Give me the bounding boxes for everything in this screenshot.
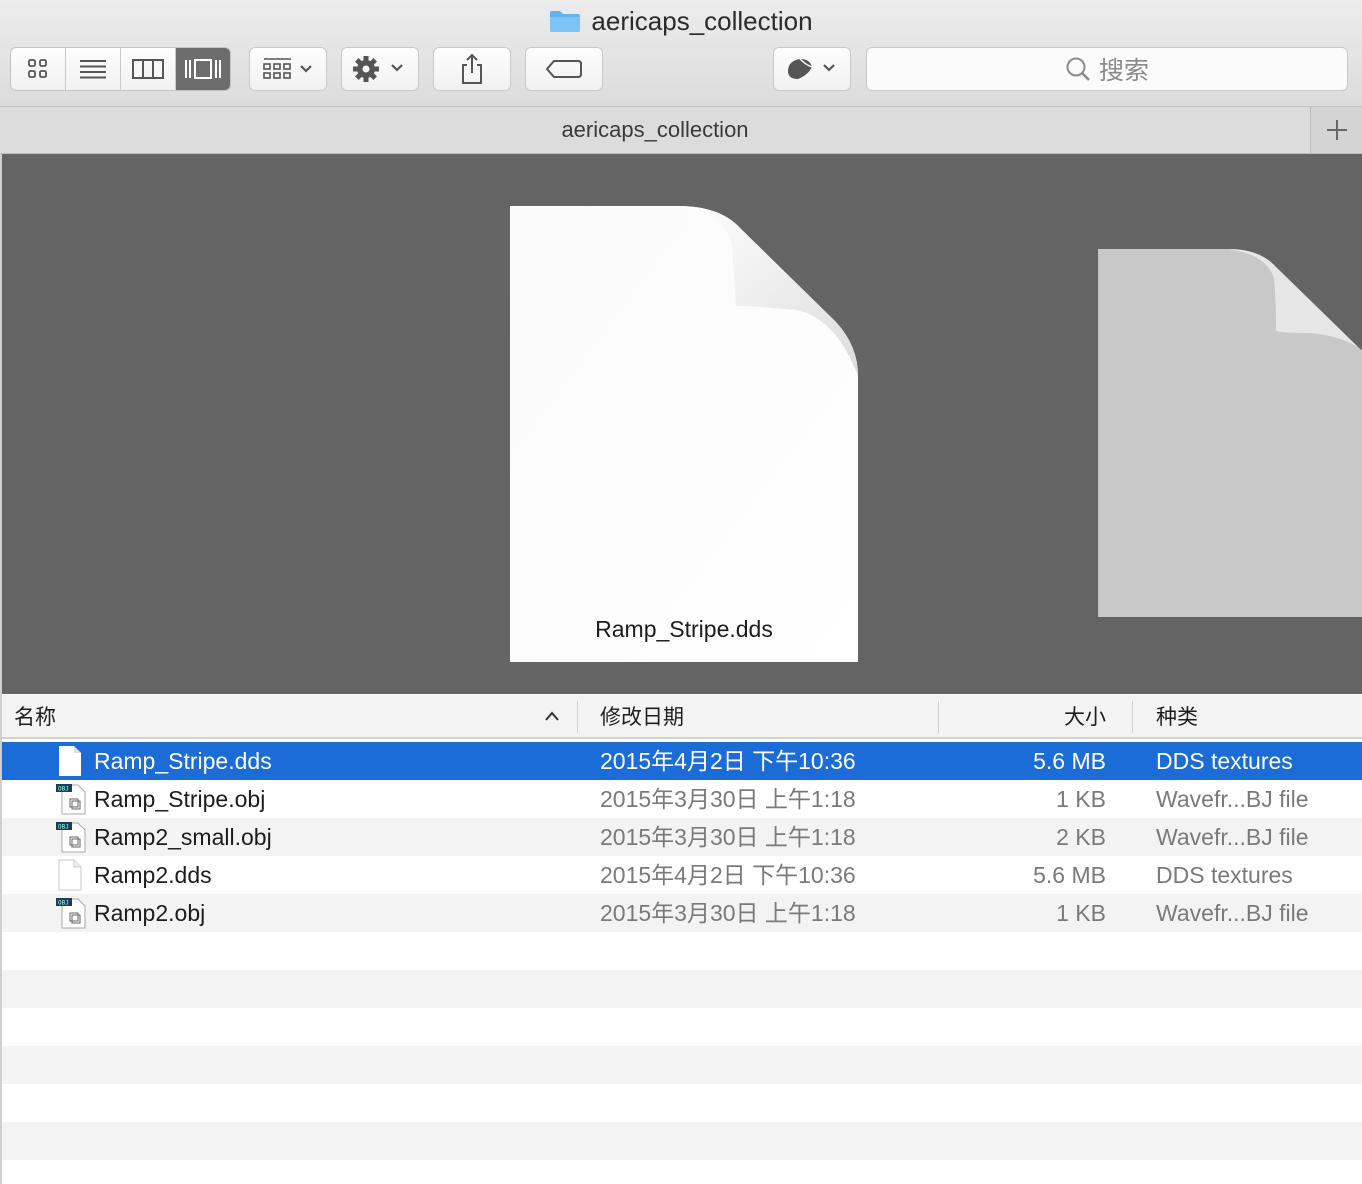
file-size: 5.6 MB [1033, 748, 1106, 774]
file-kind: Wavefr...BJ file [1156, 824, 1309, 850]
column-header-date[interactable]: 修改日期 [600, 695, 684, 737]
file-row-ramp2-dds[interactable]: Ramp2.dds 2015年4月2日 下午10:36 5.6 MB DDS t… [2, 856, 1362, 894]
file-kind: Wavefr...BJ file [1156, 786, 1309, 812]
file-size: 1 KB [1056, 900, 1106, 926]
list-icon [80, 60, 106, 79]
coverflow-panel: Ramp_Stripe.dds [2, 154, 1362, 694]
file-size: 5.6 MB [1033, 862, 1106, 888]
new-tab-button[interactable] [1310, 107, 1362, 153]
sort-ascending-icon[interactable] [544, 695, 560, 737]
file-row-ramp-stripe-obj[interactable]: OBJ Ramp_Stripe.obj 2015年3月30日 上午1:18 1 … [2, 780, 1362, 818]
file-row-ramp2-obj[interactable]: OBJ Ramp2.obj 2015年3月30日 上午1:18 1 KB Wav… [2, 894, 1362, 932]
file-row-ramp2-small-obj[interactable]: OBJ Ramp2_small.obj 2015年3月30日 上午1:18 2 … [2, 818, 1362, 856]
column-header-name[interactable]: 名称 [14, 695, 56, 737]
column-header-kind[interactable]: 种类 [1156, 695, 1198, 737]
action-button[interactable] [341, 47, 419, 91]
list-header: 名称 修改日期 大小 种类 [2, 695, 1362, 739]
empty-row [2, 1122, 1362, 1160]
share-icon [462, 53, 482, 84]
obj-file-icon: OBJ [56, 783, 86, 815]
arrange-grid-icon [263, 58, 312, 79]
file-kind: Wavefr...BJ file [1156, 900, 1309, 926]
blank-document-icon [1098, 249, 1362, 617]
view-mode-switcher [10, 47, 231, 91]
grid-icon [28, 59, 47, 78]
obj-file-icon: OBJ [56, 821, 86, 853]
empty-row [2, 1008, 1362, 1046]
window-title: aericaps_collection [591, 5, 813, 36]
column-header-size[interactable]: 大小 [1064, 695, 1106, 737]
nut-dropdown-button[interactable] [773, 47, 851, 91]
svg-text:OBJ: OBJ [58, 786, 69, 793]
file-kind: DDS textures [1156, 748, 1293, 774]
column-divider[interactable] [1132, 701, 1133, 733]
coverflow-icon [185, 59, 221, 79]
window-title-bar: aericaps_collection [0, 4, 1362, 38]
empty-row [2, 1084, 1362, 1122]
column-size-label: 大小 [1064, 706, 1106, 729]
file-kind: DDS textures [1156, 862, 1293, 888]
file-date: 2015年3月30日 上午1:18 [600, 786, 856, 812]
file-date: 2015年3月30日 上午1:18 [600, 900, 856, 926]
window-toolbar: aericaps_collection 搜索 [0, 0, 1362, 107]
search-input[interactable]: 搜索 [866, 47, 1348, 91]
empty-row [2, 970, 1362, 1008]
svg-text:OBJ: OBJ [58, 900, 69, 907]
preview-filename: Ramp_Stripe.dds [595, 616, 773, 642]
share-button[interactable] [433, 47, 511, 91]
file-name: Ramp2.dds [94, 862, 212, 888]
file-name: Ramp_Stripe.dds [94, 748, 272, 774]
gear-icon [353, 56, 403, 82]
empty-row [2, 1046, 1362, 1084]
columns-icon [132, 59, 164, 79]
nut-icon [788, 58, 835, 79]
empty-row [2, 932, 1362, 970]
tag-icon [545, 60, 582, 78]
blank-document-icon [56, 859, 84, 891]
file-name: Ramp_Stripe.obj [94, 786, 266, 812]
column-kind-label: 种类 [1156, 706, 1198, 729]
search-icon [1066, 57, 1090, 81]
icon-view-button[interactable] [11, 48, 66, 90]
column-divider[interactable] [938, 701, 939, 733]
coverflow-view-button[interactable] [176, 48, 230, 90]
file-name: Ramp2_small.obj [94, 824, 272, 850]
file-size: 2 KB [1056, 824, 1106, 850]
file-date: 2015年4月2日 下午10:36 [600, 748, 856, 774]
file-name: Ramp2.obj [94, 900, 206, 926]
arrange-button[interactable] [249, 47, 327, 91]
tab-bar: aericaps_collection [0, 107, 1362, 154]
blank-document-icon [56, 745, 84, 777]
file-row-ramp-stripe-dds[interactable]: Ramp_Stripe.dds 2015年4月2日 下午10:36 5.6 MB… [2, 742, 1362, 780]
search-placeholder: 搜索 [1098, 57, 1149, 85]
plus-icon [1326, 120, 1347, 140]
tags-button[interactable] [525, 47, 603, 91]
obj-file-icon: OBJ [56, 897, 86, 929]
column-name-label: 名称 [14, 706, 56, 729]
file-size: 1 KB [1056, 786, 1106, 812]
file-list: Ramp_Stripe.dds 2015年4月2日 下午10:36 5.6 MB… [2, 742, 1362, 1160]
blank-document-icon [510, 206, 858, 662]
folder-icon [549, 9, 581, 33]
document-preview-selected[interactable] [510, 206, 858, 662]
tab-aericaps-collection[interactable]: aericaps_collection [0, 107, 1310, 153]
document-preview-next[interactable] [1098, 249, 1362, 617]
svg-text:OBJ: OBJ [58, 824, 69, 831]
list-view-button[interactable] [66, 48, 121, 90]
file-date: 2015年3月30日 上午1:18 [600, 824, 856, 850]
file-date: 2015年4月2日 下午10:36 [600, 862, 856, 888]
column-date-label: 修改日期 [600, 706, 684, 729]
column-divider[interactable] [577, 701, 578, 733]
column-view-button[interactable] [121, 48, 176, 90]
